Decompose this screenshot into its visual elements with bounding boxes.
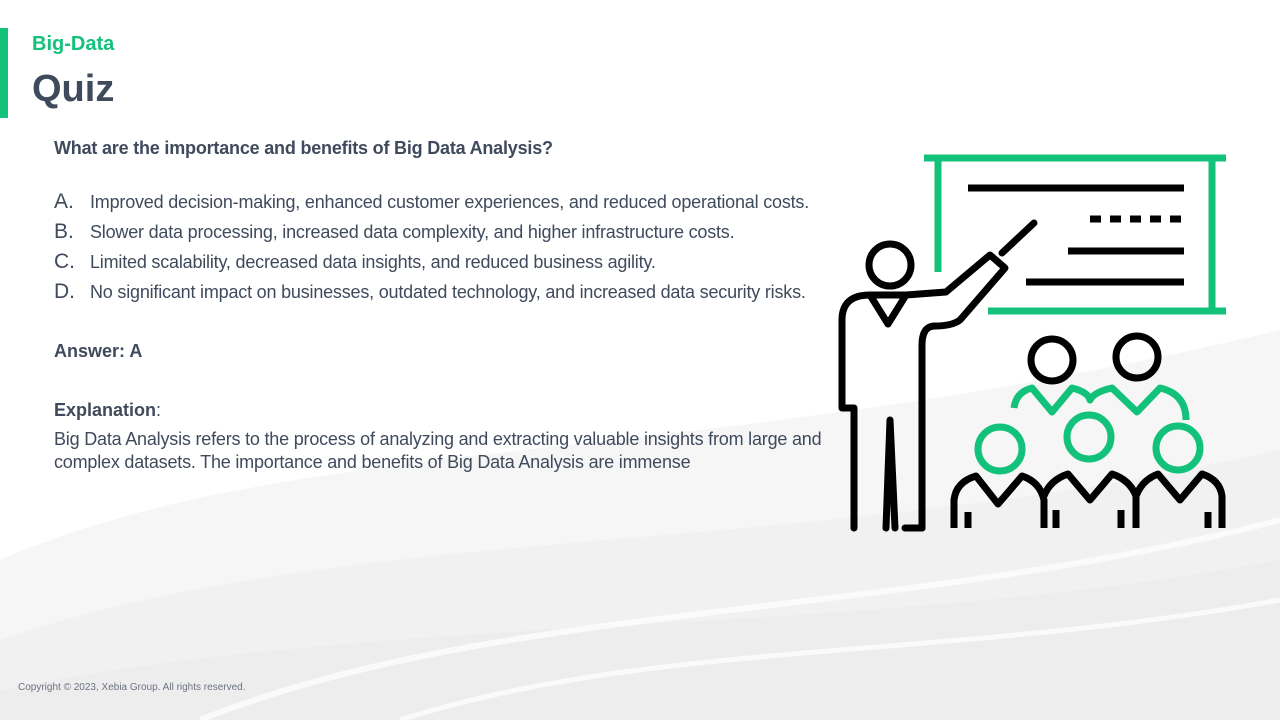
category-label: Big-Data — [32, 33, 115, 55]
option-letter: D. — [54, 280, 75, 303]
option-d: D. No significant impact on businesses, … — [54, 281, 824, 303]
explanation-label: Explanation — [54, 400, 157, 420]
option-letter: B. — [54, 220, 74, 243]
explanation-colon: : — [156, 400, 162, 420]
page-title: Quiz — [32, 68, 115, 110]
quiz-content: What are the importance and benefits of … — [54, 138, 824, 474]
option-b: B. Slower data processing, increased dat… — [54, 221, 824, 243]
quiz-question: What are the importance and benefits of … — [54, 138, 553, 158]
explanation-text: Big Data Analysis refers to the process … — [54, 429, 822, 472]
explanation-heading: Explanation: — [54, 400, 824, 421]
option-text: Slower data processing, increased data c… — [90, 222, 735, 242]
option-a: A. Improved decision-making, enhanced cu… — [54, 191, 824, 213]
copyright-footer: Copyright © 2023, Xebia Group. All right… — [18, 682, 246, 693]
option-text: Improved decision-making, enhanced custo… — [90, 192, 810, 212]
option-text: No significant impact on businesses, out… — [90, 282, 806, 302]
accent-bar — [0, 28, 8, 118]
option-letter: A. — [54, 190, 74, 213]
option-letter: C. — [54, 250, 75, 273]
quiz-answer: Answer: A — [54, 341, 143, 361]
presentation-audience-icon — [838, 154, 1226, 532]
option-c: C. Limited scalability, decreased data i… — [54, 251, 824, 273]
option-text: Limited scalability, decreased data insi… — [90, 252, 656, 272]
answer-options: A. Improved decision-making, enhanced cu… — [54, 191, 824, 303]
